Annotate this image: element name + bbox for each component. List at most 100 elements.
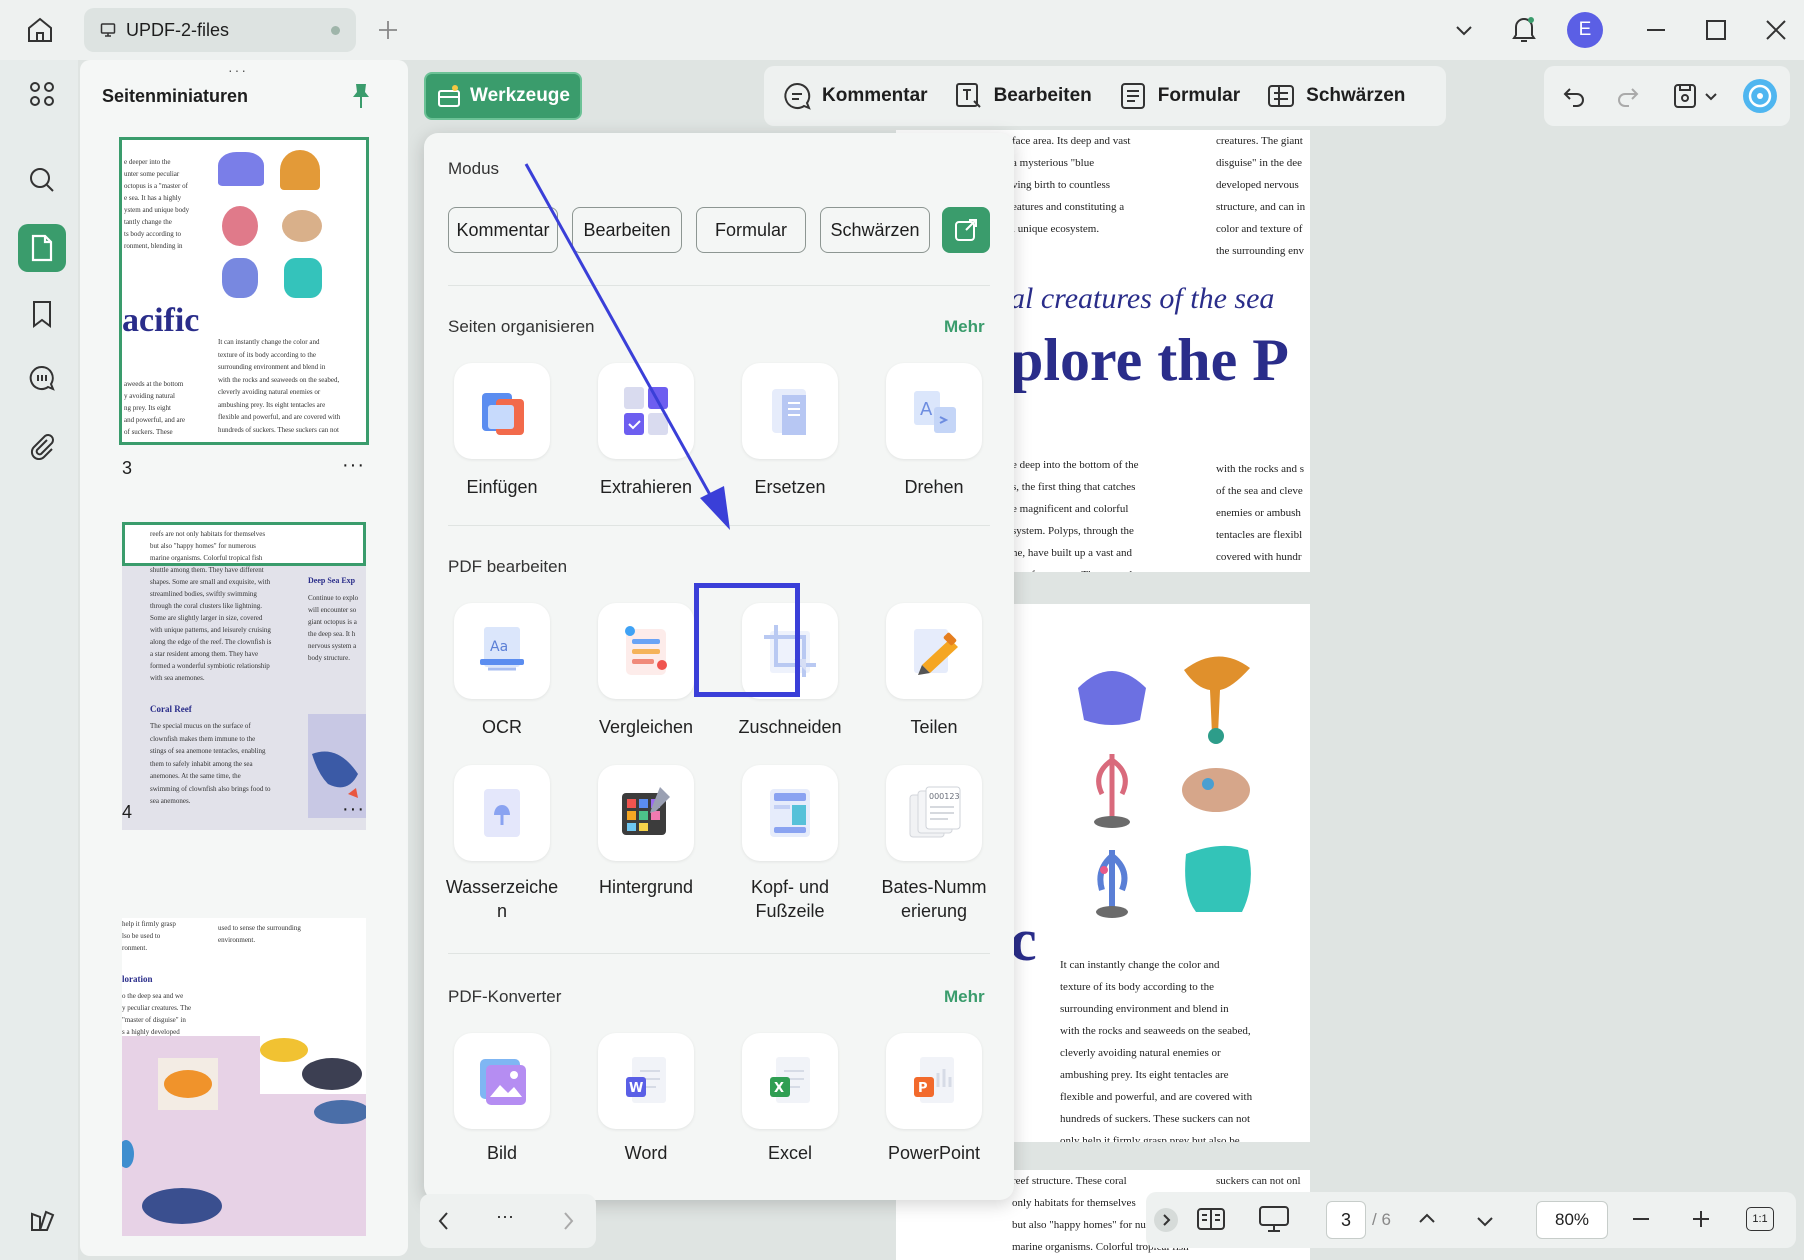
attachment-icon[interactable] [18,422,66,470]
text-line: structure, and can in [1216,201,1306,213]
actual-size-button[interactable]: 1:1 [1746,1207,1774,1231]
thumbnail-page-4[interactable]: reefs are not only habitats for themselv… [122,522,366,830]
user-avatar[interactable]: E [1567,12,1603,48]
coral-image [218,152,264,186]
bearbeiten-mode-button[interactable]: Bearbeiten [954,81,1092,111]
schwaerzen-mode-button[interactable]: Schwärzen [1266,81,1405,111]
organize-more-link[interactable]: Mehr [944,317,985,337]
home-icon[interactable] [24,14,56,46]
thumbnails-icon[interactable] [18,224,66,272]
powerpoint-convert-icon[interactable]: P [886,1033,982,1129]
zoom-out-icon[interactable] [1630,1208,1652,1230]
new-tab-icon[interactable] [376,18,400,42]
expand-icon[interactable] [1154,1208,1178,1232]
chevron-down-icon[interactable] [1704,86,1718,106]
extrahieren-label: Extrahieren [599,477,693,497]
more-options-icon[interactable]: ··· [496,1206,514,1227]
thumbnail-heading: Coral Reef [150,704,192,714]
text-line: color and texture of [1216,223,1303,235]
modus-kommentar-button[interactable]: Kommentar [448,207,558,253]
formular-mode-button[interactable]: Formular [1118,81,1240,111]
reading-mode-icon[interactable] [1196,1206,1226,1232]
layers-icon[interactable] [18,1196,66,1244]
text-line: a mysterious "blue [1012,157,1095,169]
apps-grid-icon[interactable] [18,70,66,118]
wasserzeichen-label: Wasserzeiche n [445,877,559,921]
ocr-label: OCR [482,717,522,737]
minimize-icon[interactable] [1644,18,1668,42]
more-options-icon[interactable]: ··· [342,454,365,477]
ocr-icon[interactable]: Aa [454,603,550,699]
text-line: hundreds of suckers. These suckers can n… [1060,1113,1251,1125]
redo-icon[interactable] [1616,84,1640,108]
chevron-right-icon[interactable] [560,1210,576,1232]
undo-icon[interactable] [1562,84,1586,108]
zoom-level[interactable]: 80% [1536,1201,1608,1239]
teilen-label: Teilen [910,717,958,737]
tab-title: UPDF-2-files [126,19,230,40]
hintergrund-icon[interactable] [598,765,694,861]
comment-list-icon[interactable] [18,354,66,402]
teilen-icon[interactable] [886,603,982,699]
page-nav-bar: ··· [420,1194,596,1248]
seiten-organisieren-title: Seiten organisieren [448,317,595,336]
text-line: It can instantly change the color and [1060,959,1220,971]
maximize-icon[interactable] [1704,18,1728,42]
kommentar-mode-button[interactable]: Kommentar [782,81,928,111]
hintergrund-label: Hintergrund [598,877,694,897]
modus-bearbeiten-button[interactable]: Bearbeiten [572,207,682,253]
pin-icon[interactable] [350,82,372,110]
presentation-icon[interactable] [1258,1204,1290,1234]
einfuegen-icon[interactable] [454,363,550,459]
coral-images [1072,644,1292,924]
chevron-up-icon[interactable] [1416,1208,1438,1230]
highlight-box [694,583,800,697]
text-line: texture of its body according to the [1060,981,1214,993]
modus-title: Modus [448,159,500,178]
chevron-down-icon[interactable] [1474,1210,1496,1232]
coral-image [282,210,322,242]
open-external-button[interactable] [942,207,990,253]
document-tab[interactable]: UPDF-2-files [84,8,356,52]
text-line: s, the first thing that catches [1012,481,1136,493]
chevron-down-icon[interactable] [1452,18,1476,42]
notification-bell-icon[interactable] [1510,14,1538,44]
ersetzen-icon[interactable] [742,363,838,459]
more-options-icon[interactable]: ··· [342,798,365,821]
text-line: covered with hundr [1216,551,1302,563]
text-line: disguise" in the dee [1216,157,1303,169]
drag-handle[interactable]: ··· [228,62,248,78]
text-line: only help it firmly grasp prey but also … [1060,1135,1240,1142]
kopf-fusszeile-label: Kopf- und Fußzeile [750,877,830,921]
title-bar: UPDF-2-files E [0,0,1804,60]
close-icon[interactable] [1764,18,1788,42]
wasserzeichen-icon[interactable] [454,765,550,861]
status-bar: 3 / 6 80% 1:1 [1146,1192,1796,1248]
current-page-input[interactable]: 3 [1326,1201,1366,1239]
bookmark-icon[interactable] [18,290,66,338]
thumbnail-page-5[interactable]: help it firmly grasp lso be used to ronmen… [122,918,366,1236]
italic-heading: al creatures of the sea [1010,282,1275,315]
comment-icon [782,81,812,111]
extrahieren-icon[interactable] [598,363,694,459]
kopf-fusszeile-icon[interactable] [742,765,838,861]
image-convert-icon[interactable] [454,1033,550,1129]
convert-more-link[interactable]: Mehr [944,987,985,1007]
modus-schwaerzen-button[interactable]: Schwärzen [820,207,930,253]
vergleichen-icon[interactable] [598,603,694,699]
zoom-in-icon[interactable] [1690,1208,1712,1230]
bates-nummerierung-icon[interactable]: 000123 [886,765,982,861]
text-line: surrounding environment and blend in [1060,1003,1229,1015]
word-convert-icon[interactable]: W [598,1033,694,1129]
chevron-left-icon[interactable] [436,1210,452,1232]
excel-convert-icon[interactable]: X [742,1033,838,1129]
modus-formular-button[interactable]: Formular [696,207,806,253]
monitor-icon [100,22,116,38]
werkzeuge-button[interactable]: Werkzeuge [424,72,582,120]
thumbnail-page-3[interactable]: e deeper into the unter some peculiar octo… [119,137,369,445]
text-line: l unique ecosystem. [1012,223,1100,235]
save-icon[interactable] [1672,82,1698,110]
search-icon[interactable] [18,156,66,204]
ai-assistant-icon[interactable] [1742,78,1778,114]
drehen-icon[interactable]: A [886,363,982,459]
